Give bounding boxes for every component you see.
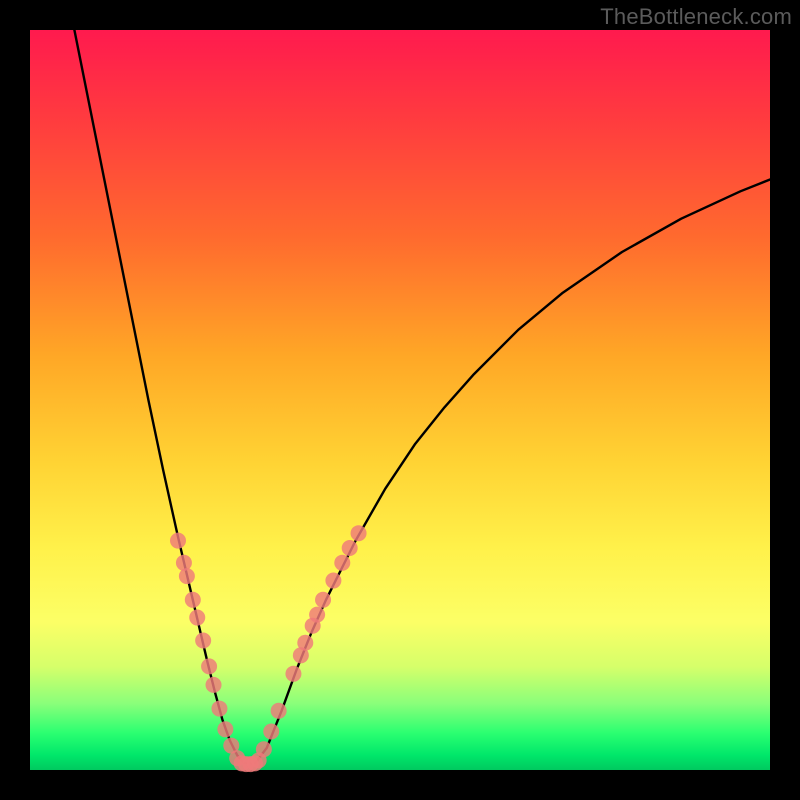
chart-marker [256, 741, 272, 757]
chart-marker [176, 555, 192, 571]
chart-svg [0, 0, 800, 800]
chart-marker [189, 610, 205, 626]
chart-frame: TheBottleneck.com [0, 0, 800, 800]
chart-marker [285, 666, 301, 682]
chart-series-curve-right [256, 179, 770, 762]
chart-marker [271, 703, 287, 719]
chart-marker [325, 573, 341, 589]
chart-series-curve-left [74, 30, 243, 763]
chart-marker [201, 658, 217, 674]
chart-marker [170, 533, 186, 549]
chart-marker [206, 677, 222, 693]
chart-marker [315, 592, 331, 608]
chart-marker [217, 721, 233, 737]
chart-marker [342, 540, 358, 556]
chart-marker [211, 701, 227, 717]
chart-marker [351, 525, 367, 541]
chart-marker [195, 633, 211, 649]
chart-marker [297, 635, 313, 651]
chart-marker [179, 568, 195, 584]
chart-marker [309, 607, 325, 623]
chart-marker [263, 724, 279, 740]
chart-marker [185, 592, 201, 608]
chart-marker [334, 555, 350, 571]
